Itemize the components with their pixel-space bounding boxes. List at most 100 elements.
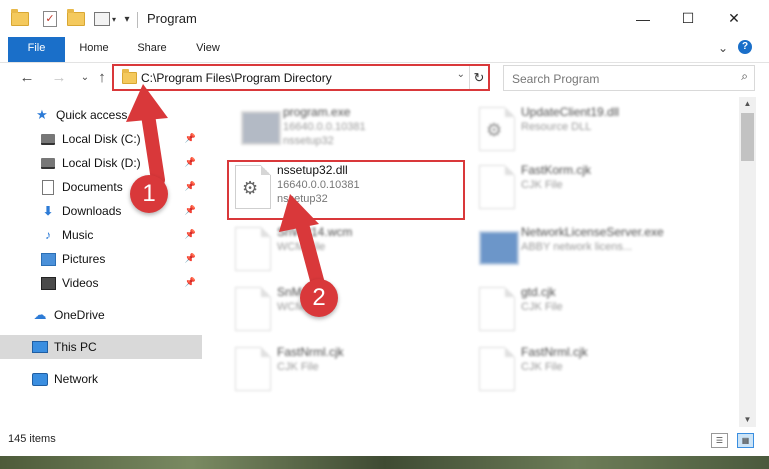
tab-home[interactable]: Home bbox=[70, 37, 118, 62]
tab-file[interactable]: File bbox=[8, 37, 65, 62]
star-icon: ★ bbox=[36, 107, 48, 122]
exe-file-icon bbox=[241, 111, 281, 145]
sidebar-item-label: Quick access bbox=[56, 108, 128, 122]
file-item-snm-wcm[interactable]: SnM...wcm WCM File bbox=[227, 283, 457, 335]
step-2-badge: 2 bbox=[300, 279, 338, 317]
sidebar-item-music[interactable]: ♪ Music 📌 bbox=[0, 223, 202, 247]
file-name: FastKorm.cjk bbox=[521, 163, 592, 177]
sidebar-item-label: Network bbox=[54, 372, 99, 386]
vertical-scrollbar[interactable]: ▲ ▼ bbox=[739, 97, 756, 427]
sidebar-item-label: Videos bbox=[62, 276, 99, 290]
large-icons-view-icon[interactable]: ▦ bbox=[737, 433, 754, 448]
file-item-gtd-cjk[interactable]: gtd.cjk CJK File bbox=[471, 283, 701, 335]
sidebar-item-label: Local Disk (C:) bbox=[62, 132, 141, 146]
file-item-updateclient19-dll[interactable]: ⚙ UpdateClient19.dll Resource DLL bbox=[471, 103, 701, 155]
file-name: NetworkLicenseServer.exe bbox=[521, 225, 664, 239]
generic-file-icon bbox=[235, 287, 271, 331]
sidebar-item-onedrive[interactable]: ☁ OneDrive bbox=[0, 303, 202, 327]
customize-toolbar-chevron-icon[interactable]: ▾ bbox=[120, 9, 134, 29]
pin-icon[interactable]: 📌 bbox=[185, 253, 196, 264]
file-version: 16640.0.0.10381 bbox=[283, 121, 366, 133]
sidebar-item-documents[interactable]: Documents 📌 bbox=[0, 175, 202, 199]
sidebar-item-pictures[interactable]: Pictures 📌 bbox=[0, 247, 202, 271]
sidebar-item-downloads[interactable]: ⬇ Downloads 📌 bbox=[0, 199, 202, 223]
file-description: ABBY network licens... bbox=[521, 241, 633, 253]
file-type: WCM File bbox=[277, 241, 326, 253]
sidebar-item-local-disk-c[interactable]: Local Disk (C:) 📌 bbox=[0, 127, 202, 151]
properties-check-icon[interactable]: ✓ bbox=[40, 9, 60, 29]
pin-icon[interactable]: 📌 bbox=[185, 133, 196, 144]
file-type: CJK File bbox=[521, 361, 563, 373]
file-name: gtd.cjk bbox=[521, 285, 556, 299]
generic-file-icon bbox=[479, 165, 515, 209]
videos-icon bbox=[40, 276, 56, 290]
pictures-icon bbox=[40, 252, 56, 266]
tab-view[interactable]: View bbox=[184, 37, 232, 62]
sidebar-item-label: Downloads bbox=[62, 204, 122, 218]
sidebar-item-label: This PC bbox=[54, 340, 97, 354]
pin-icon[interactable]: 📌 bbox=[185, 181, 196, 192]
file-type: CJK File bbox=[277, 361, 319, 373]
back-button[interactable]: ← bbox=[18, 68, 36, 88]
scroll-down-arrow-icon[interactable]: ▼ bbox=[739, 413, 756, 427]
file-item-program-exe[interactable]: program.exe 16640.0.0.10381 nssetup32 bbox=[233, 103, 463, 155]
sidebar-item-label: Documents bbox=[62, 180, 123, 194]
search-box[interactable]: ⌕ bbox=[503, 65, 755, 91]
music-icon: ♪ bbox=[45, 228, 51, 242]
network-icon bbox=[32, 372, 48, 386]
file-item-networklicenseserver-exe[interactable]: NetworkLicenseServer.exe ABBY network li… bbox=[471, 223, 701, 275]
sidebar-item-network[interactable]: Network bbox=[0, 367, 202, 391]
minimize-button[interactable]: — bbox=[620, 0, 666, 37]
view-options-icon[interactable]: ▾ bbox=[92, 9, 118, 29]
details-view-icon[interactable]: ☰ bbox=[711, 433, 728, 448]
pin-icon[interactable]: 📌 bbox=[185, 157, 196, 168]
generic-file-icon bbox=[479, 347, 515, 391]
dll-file-icon: ⚙ bbox=[479, 107, 515, 151]
drive-icon bbox=[40, 132, 56, 146]
new-folder-icon[interactable] bbox=[66, 9, 86, 29]
file-item-snwp14-wcm[interactable]: SnWP14.wcm WCM File bbox=[227, 223, 457, 275]
sidebar-item-quick-access[interactable]: ★ Quick access bbox=[0, 103, 202, 127]
sidebar-item-local-disk-d[interactable]: Local Disk (D:) 📌 bbox=[0, 151, 202, 175]
help-icon[interactable]: ? bbox=[738, 40, 752, 54]
pin-icon[interactable]: 📌 bbox=[185, 229, 196, 240]
desktop-background bbox=[0, 456, 769, 469]
generic-file-icon bbox=[235, 227, 271, 271]
expand-ribbon-chevron-icon[interactable]: ⌄ bbox=[718, 41, 728, 55]
file-description: nssetup32 bbox=[283, 135, 334, 147]
close-button[interactable]: ✕ bbox=[711, 0, 757, 37]
downloads-icon: ⬇ bbox=[42, 204, 54, 218]
exe-file-icon bbox=[479, 231, 519, 265]
window-title: Program bbox=[147, 11, 197, 26]
scrollbar-thumb[interactable] bbox=[741, 113, 754, 161]
up-button[interactable]: ↑ bbox=[93, 68, 111, 88]
file-item-fastnrml-cjk-2[interactable]: FastNrml.cjk CJK File bbox=[471, 343, 701, 395]
sidebar-item-videos[interactable]: Videos 📌 bbox=[0, 271, 202, 295]
file-name: UpdateClient19.dll bbox=[521, 105, 620, 119]
tab-share[interactable]: Share bbox=[128, 37, 176, 62]
file-list: program.exe 16640.0.0.10381 nssetup32 ⚙ … bbox=[203, 97, 739, 427]
search-icon[interactable]: ⌕ bbox=[741, 69, 748, 84]
this-pc-icon bbox=[32, 340, 48, 354]
search-input[interactable] bbox=[510, 68, 724, 90]
pin-icon[interactable]: 📌 bbox=[185, 205, 196, 216]
file-name: SnWP14.wcm bbox=[277, 225, 353, 239]
sidebar-item-this-pc[interactable]: This PC bbox=[0, 335, 202, 359]
recent-locations-chevron-icon[interactable]: ⌄ bbox=[76, 68, 94, 88]
file-explorer-window: ✓ ▾ ▾ Program — ☐ ✕ File Home Share View… bbox=[0, 0, 769, 456]
step-1-badge: 1 bbox=[130, 175, 168, 213]
maximize-button[interactable]: ☐ bbox=[665, 0, 711, 37]
pin-icon[interactable]: 📌 bbox=[185, 277, 196, 288]
scroll-up-arrow-icon[interactable]: ▲ bbox=[739, 97, 756, 111]
sidebar-item-label: Local Disk (D:) bbox=[62, 156, 141, 170]
sidebar-item-label: Pictures bbox=[62, 252, 106, 266]
title-separator bbox=[137, 12, 138, 28]
file-name: program.exe bbox=[283, 105, 351, 119]
title-bar: ✓ ▾ ▾ Program — ☐ ✕ bbox=[0, 0, 769, 37]
navigation-pane: ★ Quick access Local Disk (C:) 📌 Local D… bbox=[0, 97, 202, 427]
file-item-fastnrml-cjk[interactable]: FastNrml.cjk CJK File bbox=[227, 343, 457, 395]
forward-button[interactable]: → bbox=[50, 68, 68, 88]
file-item-fastkorm-cjk[interactable]: FastKorm.cjk CJK File bbox=[471, 161, 701, 213]
sidebar-item-label: OneDrive bbox=[54, 308, 105, 322]
file-name: FastNrml.cjk bbox=[277, 345, 344, 359]
